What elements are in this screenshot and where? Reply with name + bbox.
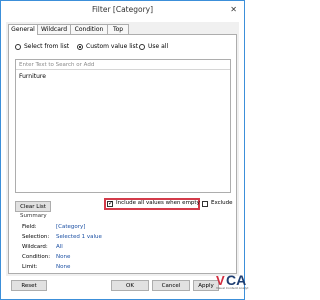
tab-condition[interactable]: Condition <box>70 24 108 34</box>
tab-general[interactable]: General <box>8 24 38 35</box>
custom-value-list[interactable]: Enter Text to Search or Add Furniture <box>15 59 231 193</box>
title-bar: Filter [Category] ✕ <box>1 1 244 20</box>
summary-value-limit: None <box>56 264 71 270</box>
include-all-checkbox[interactable]: ✓ <box>107 199 114 207</box>
summary-value-wildcard: All <box>56 244 63 250</box>
general-tab-panel: Select from list Custom value list Use a… <box>8 34 237 274</box>
radio-select-from-list-label[interactable]: Select from list <box>24 43 69 50</box>
exclude-label[interactable]: Exclude <box>211 200 233 206</box>
include-all-label[interactable]: Include all values when empty <box>116 200 200 206</box>
radio-use-all[interactable] <box>139 44 145 50</box>
summary-key-limit: Limit: <box>22 264 38 270</box>
tab-wildcard[interactable]: Wildcard <box>37 24 71 34</box>
radio-use-all-label[interactable]: Use all <box>148 43 168 50</box>
list-item[interactable]: Furniture <box>19 73 46 80</box>
radio-custom-value-list-label[interactable]: Custom value list <box>86 43 138 50</box>
vca-watermark-logo: V CA Visual Content Analyt <box>216 272 248 291</box>
tab-top[interactable]: Top <box>107 24 129 34</box>
summary-value-selection: Selected 1 value <box>56 234 102 240</box>
summary-heading: Summary <box>20 213 47 219</box>
dialog-body: General Wildcard Condition Top Select fr… <box>6 22 239 276</box>
radio-custom-value-list[interactable] <box>77 44 83 50</box>
cancel-button[interactable]: Cancel <box>152 280 190 291</box>
watermark-subtext: Visual Content Analyt <box>216 286 249 290</box>
clear-list-button[interactable]: Clear List <box>15 201 51 212</box>
close-icon[interactable]: ✕ <box>230 5 237 14</box>
summary-value-condition: None <box>56 254 71 260</box>
summary-key-selection: Selection: <box>22 234 50 240</box>
filter-dialog: Filter [Category] ✕ General Wildcard Con… <box>0 0 245 300</box>
summary-key-field: Field: <box>22 224 37 230</box>
ok-button[interactable]: OK <box>111 280 149 291</box>
reset-button[interactable]: Reset <box>11 280 47 291</box>
summary-value-field: [Category] <box>56 224 86 230</box>
checkmark-icon: ✓ <box>108 199 114 207</box>
radio-select-from-list[interactable] <box>15 44 21 50</box>
exclude-checkbox[interactable] <box>202 201 208 207</box>
search-add-input[interactable]: Enter Text to Search or Add <box>16 60 230 70</box>
dialog-title: Filter [Category] <box>91 5 154 14</box>
summary-key-wildcard: Wildcard: <box>22 244 48 250</box>
summary-key-condition: Condition: <box>22 254 51 260</box>
